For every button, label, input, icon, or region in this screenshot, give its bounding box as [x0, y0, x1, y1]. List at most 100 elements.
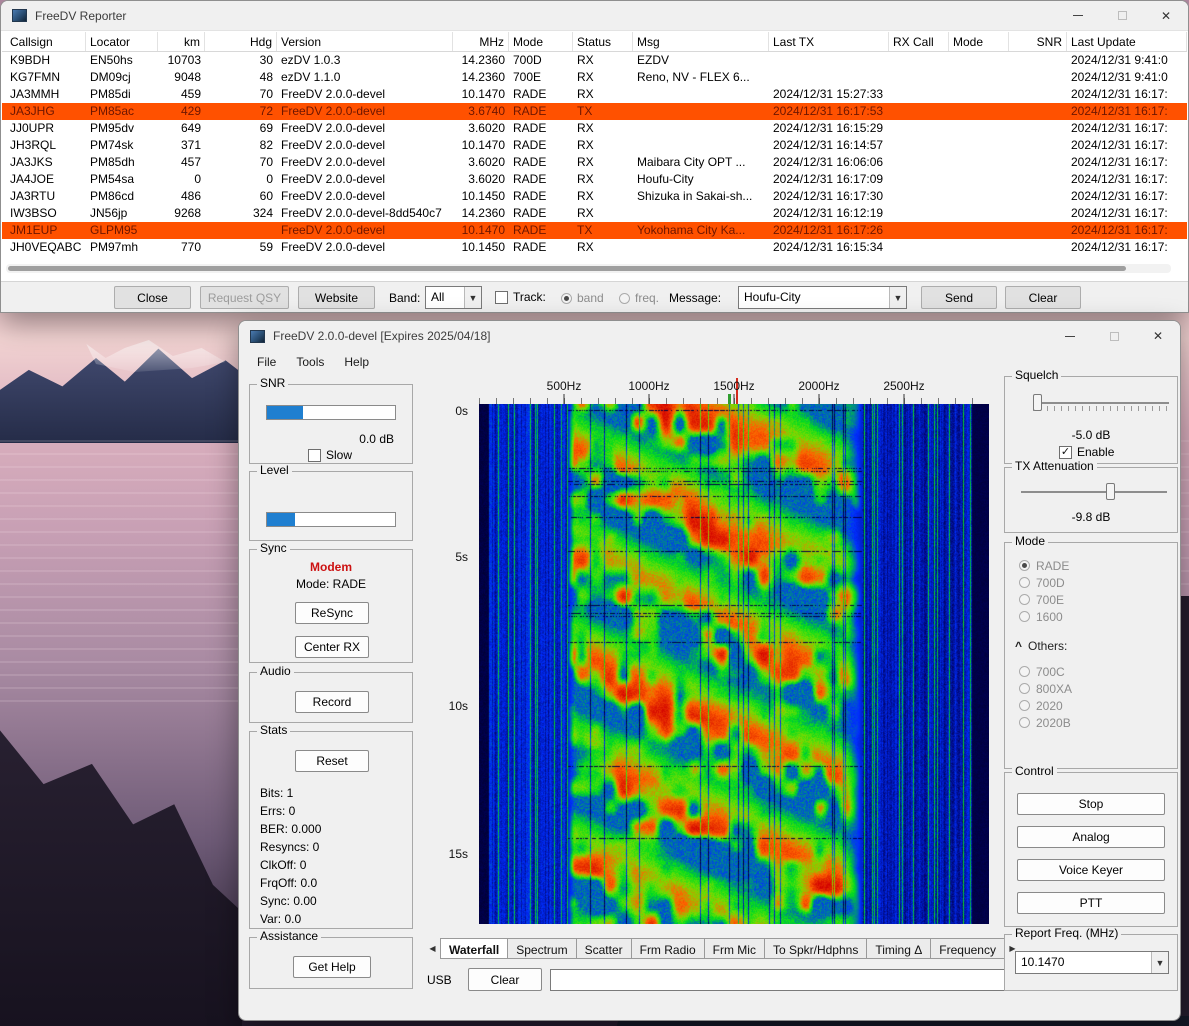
tab-to-spkr-hdphns[interactable]: To Spkr/Hdphns: [765, 938, 867, 959]
mode-others-expander[interactable]: ^ Others:: [1015, 639, 1067, 653]
message-combobox[interactable]: Houfu-City ▼: [738, 286, 907, 309]
track-freq-radio[interactable]: freq.: [619, 291, 659, 305]
scrollbar-thumb[interactable]: [8, 266, 1126, 271]
table-row[interactable]: JA4JOEPM54sa00FreeDV 2.0.0-devel3.6020RA…: [2, 171, 1187, 188]
freq-label: 2000Hz: [798, 379, 839, 393]
menu-tools[interactable]: Tools: [286, 351, 334, 372]
mode-option-700d[interactable]: 700D: [1005, 574, 1177, 591]
report-freq-combobox[interactable]: 10.1470 ▼: [1015, 951, 1169, 974]
cell-callsign: JA4JOE: [6, 171, 86, 188]
clear-button[interactable]: Clear: [1005, 286, 1081, 309]
cell-mhz: 14.2360: [453, 52, 509, 69]
track-checkbox[interactable]: Track:: [495, 290, 546, 304]
mode-option-rade[interactable]: RADE: [1005, 557, 1177, 574]
squelch-enable-checkbox[interactable]: ✓ Enable: [1059, 445, 1114, 459]
mode-option-2020b[interactable]: 2020B: [1005, 714, 1177, 731]
reporter-titlebar[interactable]: FreeDV Reporter ✕: [1, 1, 1188, 31]
maximize-icon[interactable]: [1092, 321, 1136, 351]
tab-waterfall[interactable]: Waterfall: [440, 938, 508, 959]
request-qsy-button[interactable]: Request QSY: [200, 286, 289, 309]
analog-button[interactable]: Analog: [1017, 826, 1165, 848]
column-header-last-tx[interactable]: Last TX: [769, 32, 889, 51]
send-button[interactable]: Send: [921, 286, 997, 309]
squelch-slider[interactable]: [1033, 393, 1169, 415]
close-button[interactable]: Close: [114, 286, 191, 309]
maximize-icon[interactable]: [1100, 1, 1144, 30]
dropdown-arrow-icon[interactable]: ▼: [1151, 952, 1168, 973]
mode-option-800xa[interactable]: 800XA: [1005, 680, 1177, 697]
tab-frm-radio[interactable]: Frm Radio: [632, 938, 705, 959]
column-header-callsign[interactable]: Callsign: [6, 32, 86, 51]
column-header-mode[interactable]: Mode: [949, 32, 1009, 51]
table-row[interactable]: KG7FMNDM09cj904848ezDV 1.1.014.2360700ER…: [2, 69, 1187, 86]
table-row[interactable]: JA3RTUPM86cd48660FreeDV 2.0.0-devel10.14…: [2, 188, 1187, 205]
column-header-last-update[interactable]: Last Update: [1067, 32, 1187, 51]
slider-thumb[interactable]: [1106, 483, 1115, 500]
table-row[interactable]: JH0VEQABCPM97mh77059FreeDV 2.0.0-devel10…: [2, 239, 1187, 256]
tab-frm-mic[interactable]: Frm Mic: [705, 938, 765, 959]
menu-help[interactable]: Help: [334, 351, 379, 372]
resync-button[interactable]: ReSync: [295, 602, 369, 624]
cell-last-tx: [769, 52, 889, 69]
mode-option-2020[interactable]: 2020: [1005, 697, 1177, 714]
record-button[interactable]: Record: [295, 691, 369, 713]
menu-file[interactable]: File: [247, 351, 286, 372]
tab-spectrum[interactable]: Spectrum: [508, 938, 576, 959]
cell-mhz: 10.1470: [453, 222, 509, 239]
stop-button[interactable]: Stop: [1017, 793, 1165, 815]
snr-slow-checkbox[interactable]: Slow: [308, 448, 352, 462]
minimize-icon[interactable]: [1056, 1, 1100, 30]
mode-option-700e[interactable]: 700E: [1005, 591, 1177, 608]
dropdown-arrow-icon[interactable]: ▼: [464, 287, 481, 308]
tab-timing[interactable]: Timing Δ: [867, 938, 931, 959]
waterfall-clear-button[interactable]: Clear: [468, 968, 542, 991]
horizontal-scrollbar[interactable]: [6, 264, 1171, 273]
dropdown-arrow-icon[interactable]: ▼: [889, 287, 906, 308]
column-header-mode[interactable]: Mode: [509, 32, 573, 51]
tab-scatter[interactable]: Scatter: [577, 938, 632, 959]
track-band-radio[interactable]: band: [561, 291, 604, 305]
ptt-button[interactable]: PTT: [1017, 892, 1165, 914]
table-row[interactable]: JA3MMHPM85di45970FreeDV 2.0.0-devel10.14…: [2, 86, 1187, 103]
table-row[interactable]: JJ0UPRPM95dv64969FreeDV 2.0.0-devel3.602…: [2, 120, 1187, 137]
band-select[interactable]: All ▼: [425, 286, 482, 309]
column-header-km[interactable]: km: [158, 32, 205, 51]
column-header-version[interactable]: Version: [277, 32, 453, 51]
cell-km: 0: [158, 171, 205, 188]
mode-option-700c[interactable]: 700C: [1005, 663, 1177, 680]
table-row[interactable]: K9BDHEN50hs1070330ezDV 1.0.314.2360700DR…: [2, 52, 1187, 69]
mode-option-1600[interactable]: 1600: [1005, 608, 1177, 625]
minimize-icon[interactable]: [1048, 321, 1092, 351]
table-row[interactable]: JH3RQLPM74sk37182FreeDV 2.0.0-devel10.14…: [2, 137, 1187, 154]
reset-button[interactable]: Reset: [295, 750, 369, 772]
get-help-button[interactable]: Get Help: [293, 956, 371, 978]
column-header-msg[interactable]: Msg: [633, 32, 769, 51]
close-icon[interactable]: ✕: [1144, 1, 1188, 30]
cell-hdg: 70: [205, 86, 277, 103]
waterfall-display[interactable]: [479, 404, 989, 924]
center-rx-button[interactable]: Center RX: [295, 636, 369, 658]
table-row[interactable]: JM1EUPGLPM95FreeDV 2.0.0-devel10.1470RAD…: [2, 222, 1187, 239]
column-header-hdg[interactable]: Hdg: [205, 32, 277, 51]
column-header-status[interactable]: Status: [573, 32, 633, 51]
website-button[interactable]: Website: [298, 286, 375, 309]
tab-frequency[interactable]: Frequency: [931, 938, 1005, 959]
cell-mode: [949, 120, 1009, 137]
column-header-locator[interactable]: Locator: [86, 32, 158, 51]
tab-scroll-left-icon[interactable]: ◀: [425, 938, 440, 959]
column-header-rx-call[interactable]: RX Call: [889, 32, 949, 51]
cell-mhz: 3.6020: [453, 154, 509, 171]
table-row[interactable]: IW3BSOJN56jp9268324FreeDV 2.0.0-devel-8d…: [2, 205, 1187, 222]
status-text-field[interactable]: [550, 969, 1005, 991]
cell-mhz: 3.6020: [453, 120, 509, 137]
slider-thumb[interactable]: [1033, 394, 1042, 411]
freedv-titlebar[interactable]: FreeDV 2.0.0-devel [Expires 2025/04/18] …: [239, 321, 1180, 351]
table-row[interactable]: JA3JKSPM85dh45770FreeDV 2.0.0-devel3.602…: [2, 154, 1187, 171]
table-row[interactable]: JA3JHGPM85ac42972FreeDV 2.0.0-devel3.674…: [2, 103, 1187, 120]
column-header-mhz[interactable]: MHz: [453, 32, 509, 51]
close-icon[interactable]: ✕: [1136, 321, 1180, 351]
voice-keyer-button[interactable]: Voice Keyer: [1017, 859, 1165, 881]
radio-icon: [619, 293, 630, 304]
column-header-snr[interactable]: SNR: [1009, 32, 1067, 51]
tx-attenuation-slider[interactable]: [1021, 482, 1167, 504]
